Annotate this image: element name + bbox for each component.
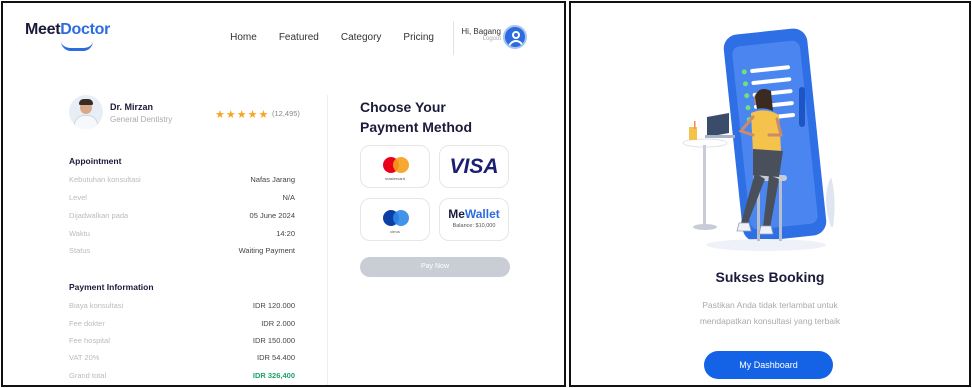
payment-option-mastercard[interactable]: mastercard [360, 145, 430, 188]
row-value: IDR 54.400 [257, 353, 295, 362]
row-value: Waiting Payment [238, 246, 295, 255]
nav-link-pricing[interactable]: Pricing [403, 32, 434, 43]
row-label: Waktu [69, 229, 90, 238]
user-greeting: Hi, Bagang Logout [459, 27, 501, 42]
row-label: Fee hospital [69, 336, 110, 345]
success-subtitle-line2: mendapatkan konsultasi yang terbaik [699, 316, 841, 326]
logo[interactable]: MeetDoctor [25, 21, 110, 39]
mastercard-icon [383, 157, 409, 173]
row-label: Biaya konsultasi [69, 301, 124, 310]
logo-text-part1: Meet [25, 21, 61, 38]
row-value: IDR 120.000 [252, 301, 295, 310]
appointment-row: Status Waiting Payment [69, 246, 295, 258]
row-value: Nafas Jarang [250, 175, 295, 184]
mewallet-logo: MeWallet [440, 207, 508, 221]
appointment-row: Dijadwalkan pada 05 June 2024 [69, 211, 295, 223]
user-avatar-icon[interactable] [503, 25, 527, 49]
rating-count: (12,495) [272, 109, 300, 118]
doctor-name: Dr. Mirzan [110, 102, 154, 112]
mastercard-label: mastercard [384, 176, 405, 181]
column-divider [327, 95, 328, 385]
payment-info-title: Payment Information [69, 282, 154, 292]
success-title: Sukses Booking [715, 269, 825, 285]
success-subtitle: Pastikan Anda tidak terlambat untuk mend… [571, 297, 969, 329]
mewallet-text-part2: Wallet [464, 207, 500, 221]
appointment-row: Waktu 14:20 [69, 229, 295, 241]
row-label: Level [69, 193, 87, 202]
logout-link[interactable]: Logout [459, 36, 501, 42]
row-label: Dijadwalkan pada [69, 211, 129, 220]
row-value: 05 June 2024 [249, 211, 295, 220]
nav-link-home[interactable]: Home [230, 32, 257, 43]
doctor-specialty: General Dentistry [110, 115, 173, 124]
payment-row: VAT 20% IDR 54.400 [69, 353, 295, 365]
row-value: IDR 150.000 [252, 336, 295, 345]
row-label: Grand total [69, 371, 107, 380]
mewallet-text-part1: Me [448, 207, 465, 221]
cirrus-label: cirrus [390, 229, 400, 234]
payment-method-title: Choose Your Payment Method [360, 99, 473, 135]
cirrus-icon [383, 210, 409, 226]
visa-logo: VISA [449, 155, 499, 178]
appointment-row: Level N/A [69, 193, 295, 205]
nav-links: Home Featured Category Pricing [230, 32, 434, 43]
nav-divider [453, 21, 454, 55]
grand-total-value: IDR 326,400 [252, 371, 295, 380]
logo-text-part2: Doctor [60, 21, 111, 38]
navbar: MeetDoctor Home Featured Category Pricin… [3, 3, 564, 73]
my-dashboard-button[interactable]: My Dashboard [704, 351, 833, 379]
payment-row: Fee hospital IDR 150.000 [69, 336, 295, 348]
greeting-text: Hi, Bagang [461, 27, 501, 36]
appointment-title: Appointment [69, 156, 122, 166]
grand-total-row: Grand total IDR 326,400 [69, 371, 295, 383]
row-value: N/A [282, 193, 295, 202]
booking-success-illustration [682, 28, 835, 251]
payment-option-mewallet[interactable]: MeWallet Balance: $10,000 [439, 198, 509, 241]
nav-link-featured[interactable]: Featured [279, 32, 319, 43]
payment-option-cirrus[interactable]: cirrus [360, 198, 430, 241]
nav-link-category[interactable]: Category [341, 32, 382, 43]
checkout-screen: MeetDoctor Home Featured Category Pricin… [1, 1, 566, 387]
row-label: Fee dokter [69, 319, 105, 328]
payment-row: Fee dokter IDR 2.000 [69, 319, 295, 331]
payment-row: Biaya konsultasi IDR 120.000 [69, 301, 295, 313]
success-subtitle-line1: Pastikan Anda tidak terlambat untuk [702, 300, 838, 310]
pay-now-button[interactable]: Pay Now [360, 257, 510, 277]
row-label: Kebutuhan konsultasi [69, 175, 141, 184]
rating-stars-icon: ★★★★★ [215, 109, 270, 121]
row-label: Status [69, 246, 91, 255]
doctor-avatar [69, 95, 103, 129]
row-value: 14:20 [276, 229, 295, 238]
payment-option-visa[interactable]: VISA [439, 145, 509, 188]
row-value: IDR 2.000 [261, 319, 295, 328]
success-screen: Sukses Booking Pastikan Anda tidak terla… [569, 1, 971, 387]
appointment-row: Kebutuhan konsultasi Nafas Jarang [69, 175, 295, 187]
row-label: VAT 20% [69, 353, 100, 362]
logo-smile-icon [61, 41, 93, 51]
mewallet-balance: Balance: $10,000 [452, 223, 496, 229]
